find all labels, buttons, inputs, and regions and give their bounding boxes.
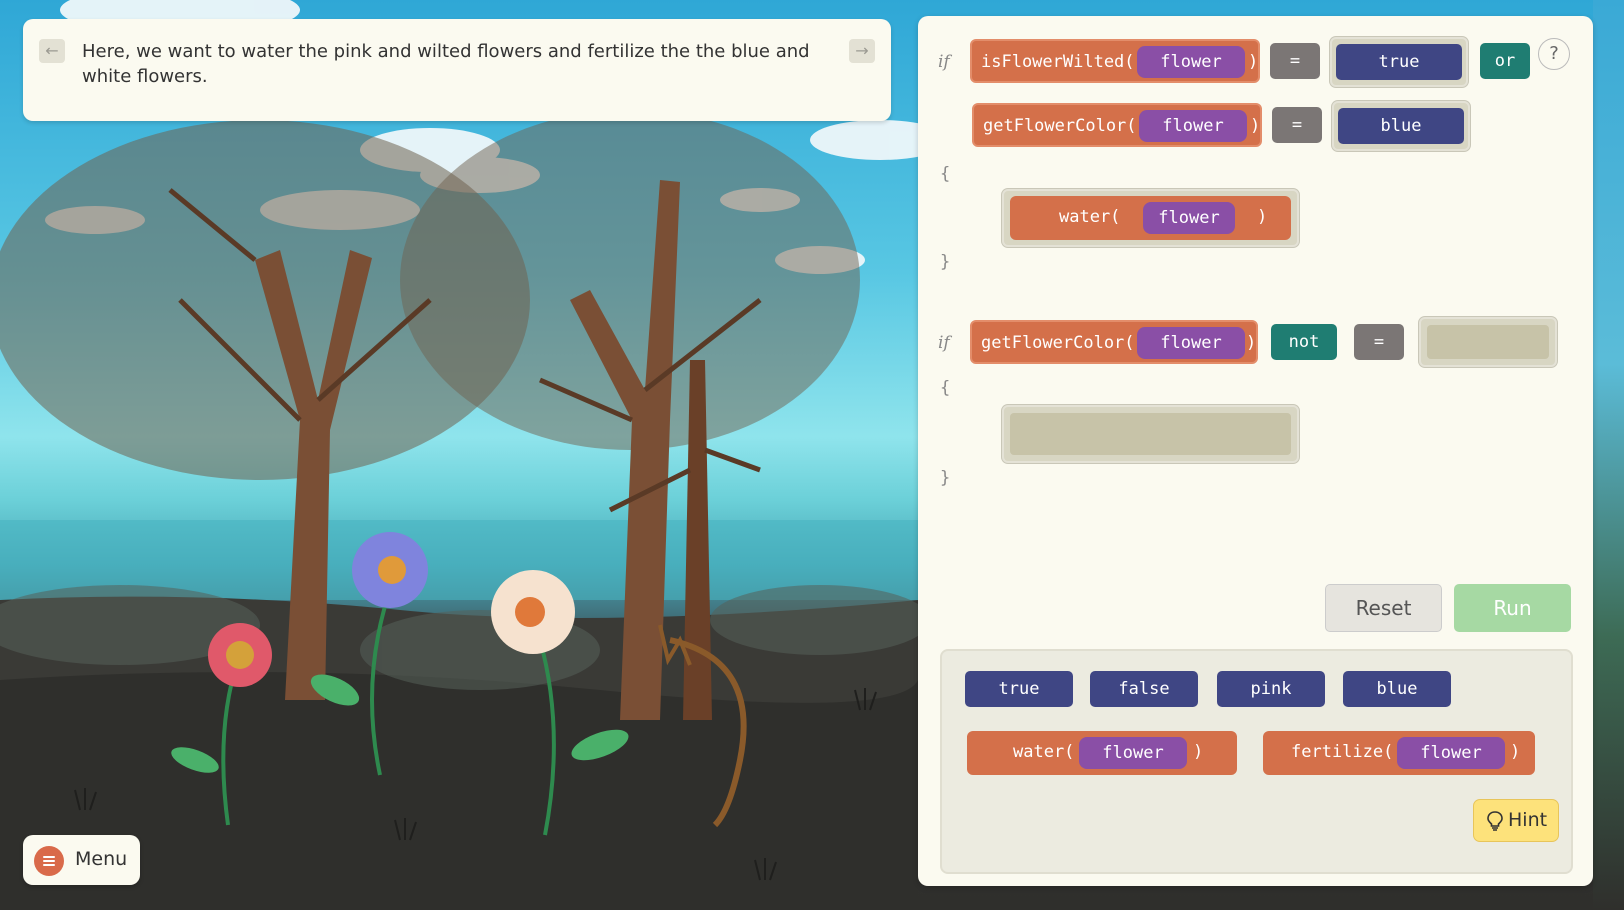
flower-argument[interactable]: flower	[1137, 327, 1245, 359]
flower-argument[interactable]: flower	[1139, 110, 1247, 142]
equals-operator[interactable]: =	[1354, 324, 1404, 360]
function-name: water(	[1059, 207, 1121, 227]
equals-operator[interactable]: =	[1270, 43, 1320, 79]
function-name: getFlowerColor(	[983, 116, 1137, 136]
empty-body-slot[interactable]	[1002, 405, 1299, 463]
function-name: water(	[1013, 742, 1075, 762]
open-brace: {	[940, 164, 951, 184]
function-name: getFlowerColor(	[981, 333, 1135, 353]
flower-argument[interactable]: flower	[1079, 737, 1187, 769]
isflowerwilted-block[interactable]: isFlowerWilted( flower )	[970, 39, 1260, 83]
palette-pink-block[interactable]: pink	[1217, 671, 1325, 707]
hint-button[interactable]: Hint	[1473, 799, 1559, 842]
previous-instruction-button[interactable]: ←	[39, 39, 65, 63]
hamburger-icon	[34, 846, 64, 876]
close-paren: )	[1246, 333, 1257, 353]
flower-argument[interactable]: flower	[1143, 202, 1235, 234]
palette-true-block[interactable]: true	[965, 671, 1073, 707]
lightbulb-icon	[1487, 811, 1503, 836]
if-keyword: if	[938, 333, 950, 353]
not-operator[interactable]: not	[1271, 324, 1337, 360]
block-palette: true false pink blue water( flower ) fer…	[940, 649, 1573, 874]
palette-water-block[interactable]: water( flower )	[967, 731, 1237, 775]
help-button[interactable]: ?	[1538, 38, 1570, 70]
equals-operator[interactable]: =	[1272, 107, 1322, 143]
arrow-left-icon: ←	[45, 41, 59, 60]
palette-blue-block[interactable]: blue	[1343, 671, 1451, 707]
function-name: isFlowerWilted(	[981, 52, 1135, 72]
or-operator[interactable]: or	[1480, 43, 1530, 79]
menu-label: Menu	[75, 848, 128, 870]
run-button[interactable]: Run	[1454, 584, 1571, 632]
close-brace: }	[940, 468, 951, 488]
palette-false-block[interactable]: false	[1090, 671, 1198, 707]
instruction-card: ← Here, we want to water the pink and wi…	[23, 19, 891, 121]
flower-argument[interactable]: flower	[1397, 737, 1505, 769]
open-brace: {	[940, 378, 951, 398]
instruction-text: Here, we want to water the pink and wilt…	[82, 41, 810, 87]
close-paren: )	[1250, 116, 1261, 136]
next-instruction-button[interactable]: →	[849, 39, 875, 63]
arrow-right-icon: →	[855, 41, 869, 60]
getflowercolor-block[interactable]: getFlowerColor( flower )	[972, 103, 1262, 147]
close-brace: }	[940, 252, 951, 272]
value-slot[interactable]: blue	[1332, 101, 1470, 151]
if-keyword: if	[938, 52, 950, 72]
function-name: fertilize(	[1291, 742, 1394, 762]
blue-value-block[interactable]: blue	[1338, 108, 1464, 144]
palette-fertilize-block[interactable]: fertilize( flower )	[1263, 731, 1535, 775]
close-paren: )	[1510, 742, 1521, 762]
tree-canopy	[0, 110, 860, 480]
menu-button[interactable]: Menu	[23, 835, 140, 885]
scene-edge	[1593, 0, 1624, 910]
true-value-block[interactable]: true	[1336, 44, 1462, 80]
close-paren: )	[1193, 742, 1204, 762]
close-paren: )	[1248, 52, 1259, 72]
empty-value-slot[interactable]	[1419, 317, 1557, 367]
hint-label: Hint	[1508, 809, 1548, 831]
flower-argument[interactable]: flower	[1137, 46, 1245, 78]
getflowercolor-block[interactable]: getFlowerColor( flower )	[970, 320, 1258, 364]
code-editor-panel: if isFlowerWilted( flower ) = true or ge…	[918, 16, 1593, 886]
water-block[interactable]: water( flower )	[1010, 196, 1291, 240]
body-slot[interactable]: water( flower )	[1002, 189, 1299, 247]
close-paren: )	[1257, 207, 1268, 227]
reset-button[interactable]: Reset	[1325, 584, 1442, 632]
value-slot[interactable]: true	[1330, 37, 1468, 87]
